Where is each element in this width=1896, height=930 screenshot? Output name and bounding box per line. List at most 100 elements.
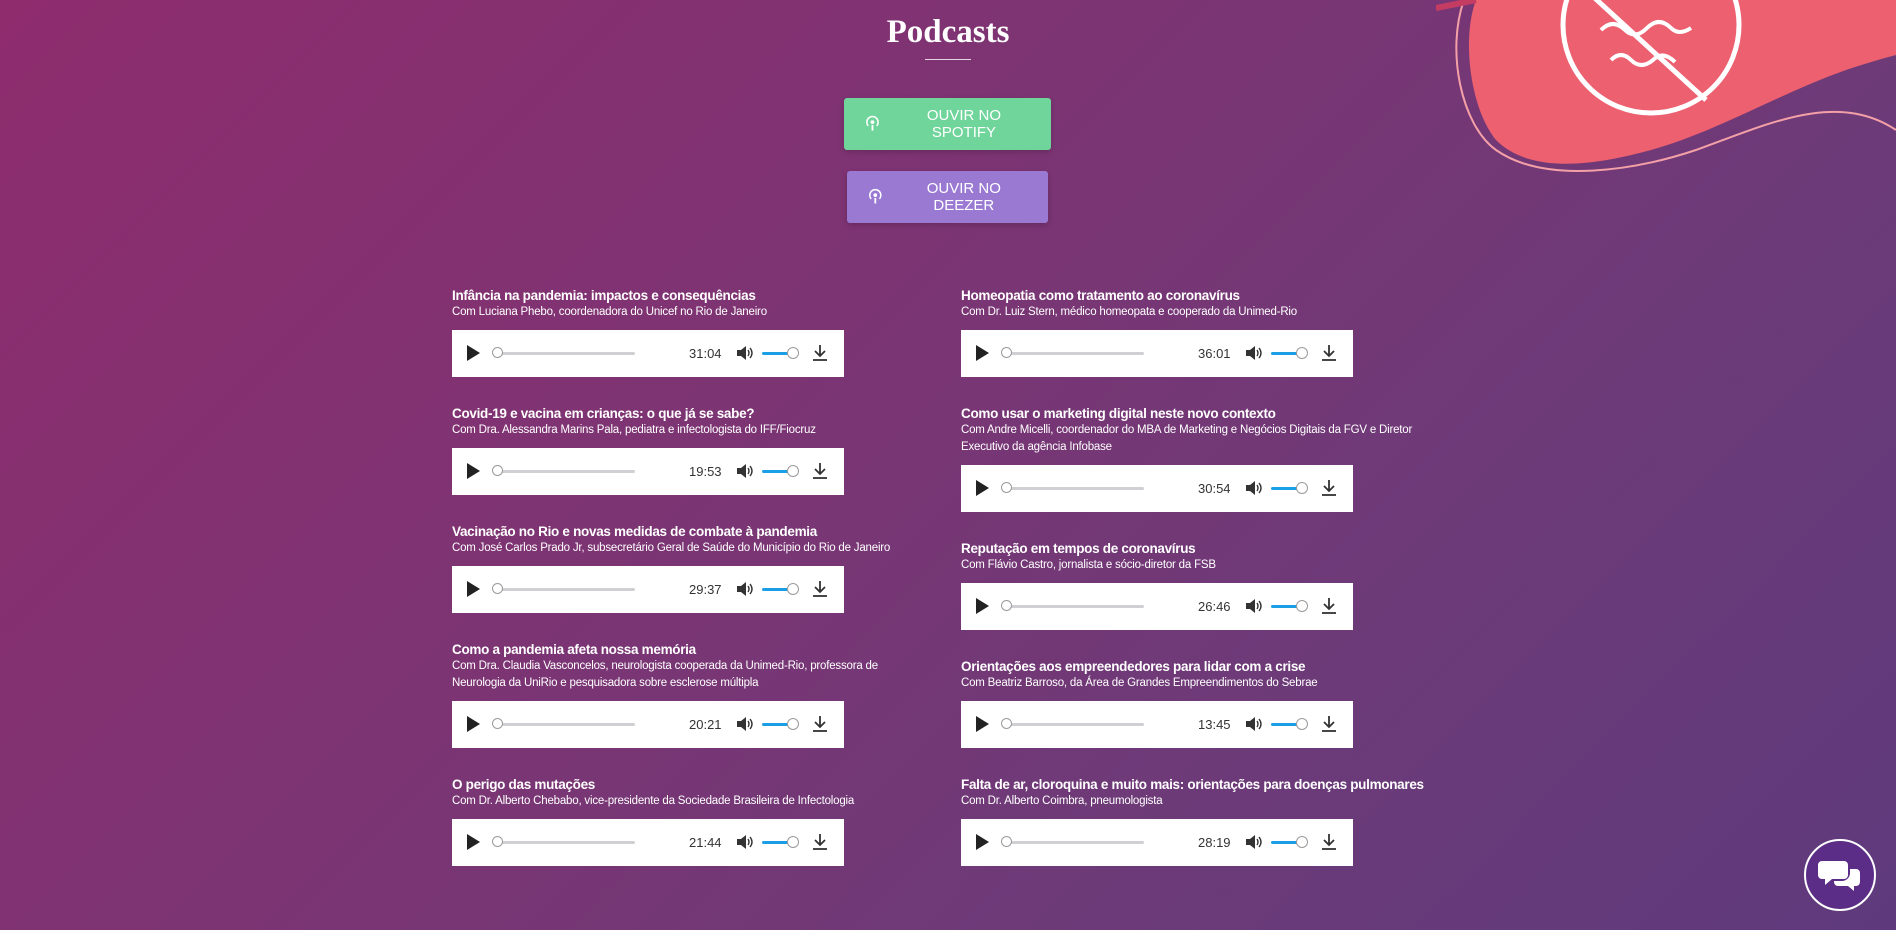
volume-handle[interactable] <box>1296 836 1308 848</box>
download-icon[interactable] <box>1321 715 1337 733</box>
episode-duration: 21:44 <box>689 835 722 850</box>
seek-bar[interactable] <box>1004 487 1144 490</box>
download-icon[interactable] <box>812 715 828 733</box>
seek-bar[interactable] <box>495 841 635 844</box>
volume-icon[interactable] <box>736 834 753 850</box>
episode-title: Reputação em tempos de coronavírus <box>961 541 1196 556</box>
seek-bar[interactable] <box>495 588 635 591</box>
volume-icon[interactable] <box>1245 345 1262 361</box>
episode-duration: 30:54 <box>1198 481 1231 496</box>
download-icon[interactable] <box>1321 344 1337 362</box>
volume-icon[interactable] <box>736 463 753 479</box>
episode-title: Infância na pandemia: impactos e consequ… <box>452 288 756 303</box>
download-icon[interactable] <box>1321 597 1337 615</box>
podcast-episode: Infância na pandemia: impactos e consequ… <box>452 287 922 377</box>
seek-handle[interactable] <box>492 347 503 358</box>
episode-guest-continued: Neurologia da UniRio e pesquisadora sobr… <box>452 677 759 689</box>
podcast-icon <box>869 188 882 204</box>
download-icon[interactable] <box>1321 833 1337 851</box>
play-icon[interactable] <box>467 716 480 732</box>
audio-player: 13:45 <box>961 701 1353 748</box>
download-icon[interactable] <box>812 344 828 362</box>
volume-icon[interactable] <box>1245 480 1262 496</box>
podcast-episode: Homeopatia como tratamento ao coronavíru… <box>961 287 1461 377</box>
seek-bar[interactable] <box>495 352 635 355</box>
download-icon[interactable] <box>812 833 828 851</box>
seek-handle[interactable] <box>1001 482 1012 493</box>
volume-handle[interactable] <box>1296 482 1308 494</box>
play-icon[interactable] <box>976 480 989 496</box>
volume-icon[interactable] <box>736 716 753 732</box>
episode-duration: 31:04 <box>689 346 722 361</box>
podcast-episode: Vacinação no Rio e novas medidas de comb… <box>452 523 922 613</box>
podcast-episode: Orientações aos empreendedores para lida… <box>961 658 1461 748</box>
listen-deezer-label: OUVIR NO DEEZER <box>926 180 1001 214</box>
play-icon[interactable] <box>467 581 480 597</box>
play-icon[interactable] <box>467 345 480 361</box>
episode-duration: 29:37 <box>689 582 722 597</box>
episode-guest: Com Dra. Claudia Vasconcelos, neurologis… <box>452 660 878 672</box>
seek-bar[interactable] <box>495 723 635 726</box>
download-icon[interactable] <box>812 462 828 480</box>
listen-spotify-button[interactable]: OUVIR NO SPOTIFY <box>844 98 1051 150</box>
listen-spotify-label: OUVIR NO SPOTIFY <box>926 107 1002 141</box>
seek-handle[interactable] <box>1001 718 1012 729</box>
episode-title: Orientações aos empreendedores para lida… <box>961 659 1306 674</box>
audio-player: 30:54 <box>961 465 1353 512</box>
seek-bar[interactable] <box>1004 352 1144 355</box>
audio-player: 28:19 <box>961 819 1353 866</box>
volume-icon[interactable] <box>1245 716 1262 732</box>
episode-duration: 20:21 <box>689 717 722 732</box>
play-icon[interactable] <box>467 834 480 850</box>
episode-guest: Com Beatriz Barroso, da Área de Grandes … <box>961 677 1318 689</box>
download-icon[interactable] <box>812 580 828 598</box>
episode-guest: Com Dr. Alberto Coimbra, pneumologista <box>961 795 1163 807</box>
play-icon[interactable] <box>467 463 480 479</box>
seek-handle[interactable] <box>1001 600 1012 611</box>
volume-handle[interactable] <box>1296 718 1308 730</box>
seek-handle[interactable] <box>1001 836 1012 847</box>
audio-player: 31:04 <box>452 330 844 377</box>
seek-handle[interactable] <box>492 718 503 729</box>
audio-player: 19:53 <box>452 448 844 495</box>
volume-icon[interactable] <box>736 345 753 361</box>
listen-deezer-button[interactable]: OUVIR NO DEEZER <box>847 171 1048 223</box>
volume-icon[interactable] <box>1245 834 1262 850</box>
podcast-episode: Covid-19 e vacina em crianças: o que já … <box>452 405 922 495</box>
seek-bar[interactable] <box>1004 605 1144 608</box>
volume-handle[interactable] <box>1296 600 1308 612</box>
play-icon[interactable] <box>976 834 989 850</box>
volume-handle[interactable] <box>787 583 799 595</box>
volume-handle[interactable] <box>787 465 799 477</box>
episode-guest-continued: Executivo da agência Infobase <box>961 441 1112 453</box>
seek-handle[interactable] <box>492 836 503 847</box>
volume-icon[interactable] <box>1245 598 1262 614</box>
seek-handle[interactable] <box>1001 347 1012 358</box>
chat-button[interactable] <box>1804 839 1876 911</box>
episode-duration: 13:45 <box>1198 717 1231 732</box>
episode-duration: 28:19 <box>1198 835 1231 850</box>
play-icon[interactable] <box>976 598 989 614</box>
play-icon[interactable] <box>976 716 989 732</box>
title-divider <box>925 59 971 60</box>
episode-duration: 26:46 <box>1198 599 1231 614</box>
seek-handle[interactable] <box>492 465 503 476</box>
seek-handle[interactable] <box>492 583 503 594</box>
audio-player: 20:21 <box>452 701 844 748</box>
download-icon[interactable] <box>1321 479 1337 497</box>
seek-bar[interactable] <box>1004 841 1144 844</box>
volume-handle[interactable] <box>1296 347 1308 359</box>
page-title: Podcasts <box>886 14 1010 50</box>
seek-bar[interactable] <box>495 470 635 473</box>
episode-guest: Com Dr. Luiz Stern, médico homeopata e c… <box>961 306 1297 318</box>
audio-player: 21:44 <box>452 819 844 866</box>
seek-bar[interactable] <box>1004 723 1144 726</box>
volume-handle[interactable] <box>787 836 799 848</box>
play-icon[interactable] <box>976 345 989 361</box>
volume-icon[interactable] <box>736 581 753 597</box>
chat-icon <box>1818 861 1860 891</box>
volume-handle[interactable] <box>787 347 799 359</box>
episode-duration: 36:01 <box>1198 346 1231 361</box>
podcast-episode: Como usar o marketing digital neste novo… <box>961 405 1461 512</box>
volume-handle[interactable] <box>787 718 799 730</box>
